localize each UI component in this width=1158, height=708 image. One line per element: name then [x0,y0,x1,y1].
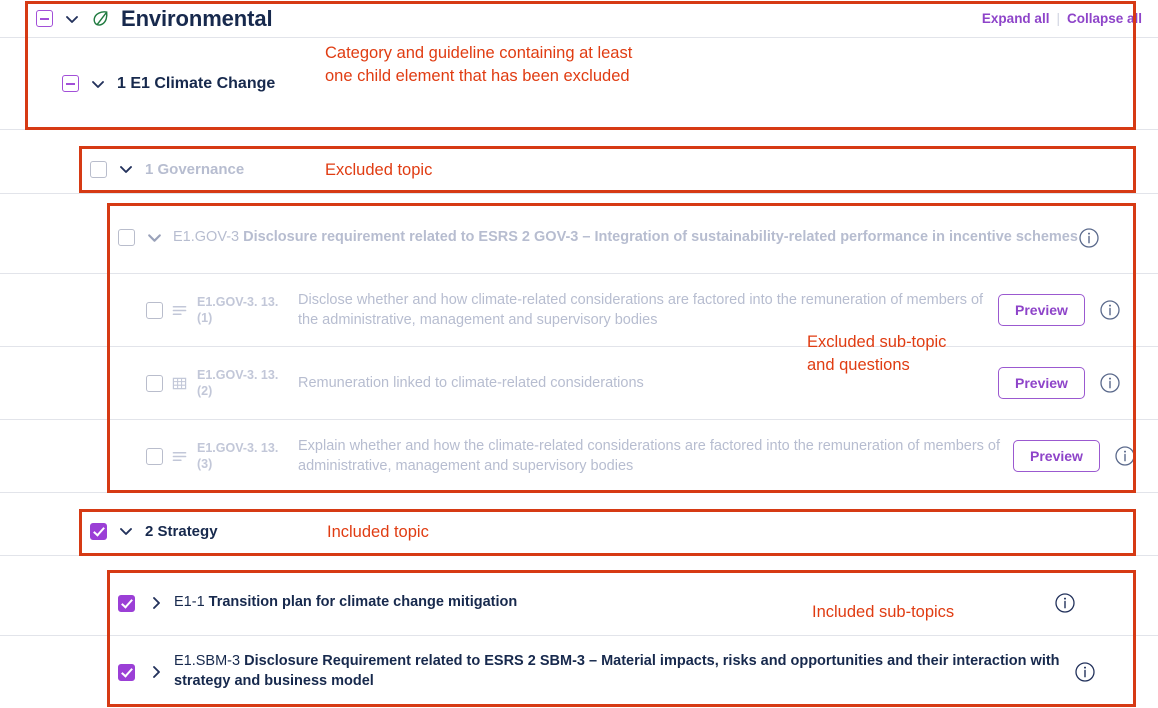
info-icon[interactable] [1114,445,1136,467]
subtopic-controls-e1-gov-3 [118,229,163,246]
subtopic-row-e1-sbm-3: E1.SBM-3 Disclosure Requirement related … [0,636,1158,708]
info-icon[interactable] [1099,372,1121,394]
guideline-title: 1 E1 Climate Change [117,74,276,92]
subtopic-controls-e1-sbm-3 [118,663,164,681]
question-code: E1.GOV-3. 13. (2) [197,367,279,398]
chevron-down-icon[interactable] [118,523,134,539]
text-lines-icon [172,449,187,464]
question-code: E1.GOV-3. 13. (3) [197,440,279,471]
subtopic-row-e1-1: E1-1 Transition plan for climate change … [0,571,1158,636]
annotation-label-excluded-subtopic-questions: Excluded sub-topic and questions [807,333,947,375]
info-icon[interactable] [1054,592,1076,614]
annotation-label-excluded-topic: Excluded topic [325,161,433,179]
subtopic-text-e1-gov-3: Disclosure requirement related to ESRS 2… [243,228,1078,245]
topic-title-governance: 1 Governance [145,160,245,178]
topic-row-strategy: 2 Strategy [0,507,1158,556]
subtopic-checkbox-e1-sbm-3[interactable] [118,663,135,681]
question-controls [146,374,187,392]
category-title: Environmental [121,5,273,31]
question-row: E1.GOV-3. 13. (2) Remuneration linked to… [0,347,1158,420]
category-checkbox-indeterminate[interactable] [36,10,53,27]
links-separator: | [1056,11,1060,26]
topic-controls-governance: 1 Governance [90,160,245,178]
topic-title-strategy: 2 Strategy [145,522,218,540]
subtopic-checkbox-e1-1[interactable] [118,594,135,612]
question-controls [146,301,187,319]
question-checkbox[interactable] [146,301,163,319]
guideline-checkbox-indeterminate[interactable] [62,75,79,92]
topic-checkbox-governance[interactable] [90,160,107,178]
question-row: E1.GOV-3. 13. (1) Disclose whether and h… [0,274,1158,347]
topic-row-governance: 1 Governance [0,145,1158,194]
text-lines-icon [172,303,187,318]
subtopic-code-e1-gov-3: E1.GOV-3 [173,228,240,245]
subtopic-code-e1-sbm-3: E1.SBM-3 [174,653,241,670]
subtopic-title-e1-gov-3: E1.GOV-3 Disclosure requirement related … [173,228,1078,248]
annotation-label-included-topic: Included topic [327,523,429,541]
preview-button[interactable]: Preview [1013,440,1100,472]
chevron-down-icon[interactable] [64,11,80,27]
question-text: Explain whether and how the climate-rela… [298,438,1001,474]
annotation-label-included-subtopics: Included sub-topics [812,603,955,621]
topic-checkbox-strategy[interactable] [90,522,107,540]
subtopic-title-e1-sbm-3: E1.SBM-3 Disclosure Requirement related … [174,652,1074,691]
guideline-controls: 1 E1 Climate Change [62,75,275,93]
collapse-all-link[interactable]: Collapse all [1067,11,1142,26]
question-controls [146,447,187,465]
info-icon[interactable] [1078,227,1100,249]
chevron-down-icon[interactable] [118,161,134,177]
expand-all-link[interactable]: Expand all [982,11,1050,26]
subtopic-controls-e1-1 [118,594,164,612]
preview-button[interactable]: Preview [998,367,1085,399]
question-checkbox[interactable] [146,447,163,465]
category-controls: Environmental [36,6,273,32]
question-text: Disclose whether and how climate-related… [298,292,984,328]
info-icon[interactable] [1074,661,1096,683]
expand-collapse-links: Expand all | Collapse all [982,11,1142,26]
question-code: E1.GOV-3. 13. (1) [197,294,279,325]
subtopic-text-e1-1: Transition plan for climate change mitig… [208,594,518,611]
question-row: E1.GOV-3. 13. (3) Explain whether and ho… [0,420,1158,493]
leaf-icon [91,9,110,28]
chevron-right-icon[interactable] [148,664,164,680]
chevron-right-icon[interactable] [148,595,164,611]
subtopic-row-e1-gov-3: E1.GOV-3 Disclosure requirement related … [0,202,1158,274]
chevron-down-icon[interactable] [90,76,106,92]
category-row: Environmental Expand all | Collapse all [0,0,1158,38]
subtopic-code-e1-1: E1-1 [174,594,205,611]
preview-button[interactable]: Preview [998,294,1085,326]
table-grid-icon [172,376,187,391]
topic-controls-strategy: 2 Strategy [90,522,218,540]
subtopic-text-e1-sbm-3: Disclosure Requirement related to ESRS 2… [174,653,1060,689]
subtopic-checkbox-e1-gov-3[interactable] [118,229,135,246]
info-icon[interactable] [1099,299,1121,321]
annotation-label-category-guideline: Category and guideline containing at lea… [325,44,633,86]
chevron-down-icon[interactable] [146,229,163,246]
question-checkbox[interactable] [146,374,163,392]
esrs-tree: Environmental Expand all | Collapse all … [0,0,1158,708]
